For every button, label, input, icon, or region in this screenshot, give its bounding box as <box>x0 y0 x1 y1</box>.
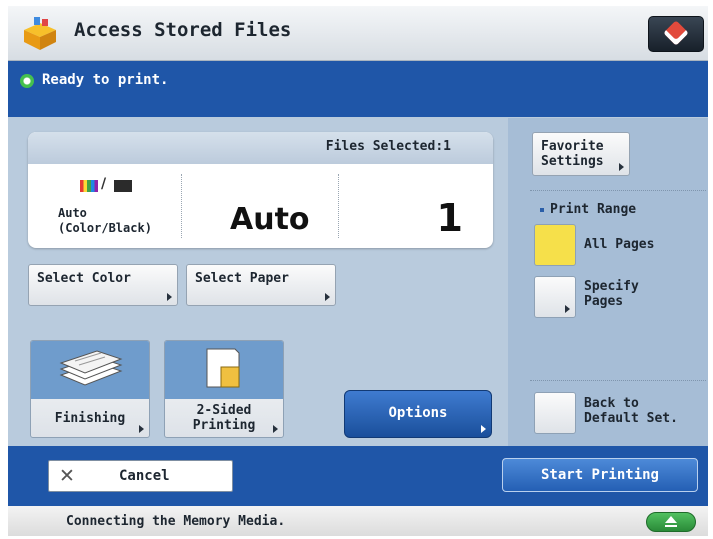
divider <box>530 380 706 381</box>
favorite-settings-button[interactable]: Favorite Settings <box>532 132 630 176</box>
files-summary-header: Files Selected:1 <box>28 132 493 164</box>
color-black-icon: / <box>80 176 140 194</box>
specify-pages-label: Specify Pages <box>584 279 639 309</box>
close-icon: ✕ <box>59 465 75 487</box>
finishing-tile <box>31 341 149 399</box>
back-to-default-label: Back to Default Set. <box>584 396 678 426</box>
arrow-right-icon <box>139 425 144 433</box>
copies-value: 1 <box>436 196 463 240</box>
status-message: Ready to print. <box>42 72 169 88</box>
two-sided-label: 2-Sided Printing <box>192 403 256 433</box>
footer-status: Connecting the Memory Media. <box>8 506 708 536</box>
arrow-right-icon <box>619 163 624 171</box>
options-label: Options <box>388 405 448 421</box>
screen: Access Stored Files Ready to print. File… <box>8 6 708 536</box>
files-summary-card: Files Selected:1 / Auto (Color/Black) Au… <box>28 132 493 248</box>
stacked-paper-icon <box>59 350 123 386</box>
action-bar: ✕ Cancel Start Printing <box>8 446 708 506</box>
arrow-right-icon <box>273 425 278 433</box>
divider <box>338 174 339 238</box>
back-to-default-button[interactable] <box>534 392 576 434</box>
arrow-right-icon <box>565 305 570 313</box>
arrow-right-icon <box>325 293 330 301</box>
color-mode-value: Auto (Color/Black) <box>58 206 152 235</box>
favorite-settings-label: Favorite Settings <box>541 139 604 169</box>
title-bar: Access Stored Files <box>8 6 708 61</box>
options-button[interactable]: Options <box>344 390 492 438</box>
start-printing-label: Start Printing <box>540 467 659 483</box>
print-range-title: Print Range <box>550 202 637 217</box>
storage-box-icon <box>24 17 56 50</box>
top-menu-button[interactable] <box>648 16 704 52</box>
cancel-button[interactable]: ✕ Cancel <box>48 460 233 492</box>
settings-cube-icon <box>663 20 689 46</box>
specify-pages-option[interactable] <box>534 276 576 318</box>
two-sided-tile <box>165 341 283 399</box>
eject-icon <box>665 516 677 523</box>
two-sided-printing-button[interactable]: 2-Sided Printing <box>164 340 284 438</box>
select-paper-label: Select Paper <box>195 271 289 286</box>
files-selected-label: Files Selected:1 <box>325 139 451 154</box>
divider <box>530 190 706 191</box>
select-paper-button[interactable]: Select Paper <box>186 264 336 306</box>
arrow-right-icon <box>481 425 486 433</box>
eject-button[interactable] <box>646 512 696 532</box>
print-settings-panel: Files Selected:1 / Auto (Color/Black) Au… <box>8 118 504 446</box>
finishing-label: Finishing <box>54 411 126 426</box>
start-printing-button[interactable]: Start Printing <box>502 458 698 492</box>
footer-message: Connecting the Memory Media. <box>66 514 286 529</box>
finishing-button[interactable]: Finishing <box>30 340 150 438</box>
all-pages-option[interactable] <box>534 224 576 266</box>
arrow-right-icon <box>167 293 172 301</box>
cancel-label: Cancel <box>119 468 170 484</box>
select-color-label: Select Color <box>37 271 131 286</box>
page-title: Access Stored Files <box>74 19 292 41</box>
bullet-icon <box>540 208 544 212</box>
paper-value: Auto <box>230 202 310 237</box>
status-bar: Ready to print. <box>8 61 708 117</box>
ready-status-icon <box>20 74 34 88</box>
select-color-button[interactable]: Select Color <box>28 264 178 306</box>
all-pages-label: All Pages <box>584 237 655 252</box>
two-sided-page-icon <box>206 348 240 388</box>
